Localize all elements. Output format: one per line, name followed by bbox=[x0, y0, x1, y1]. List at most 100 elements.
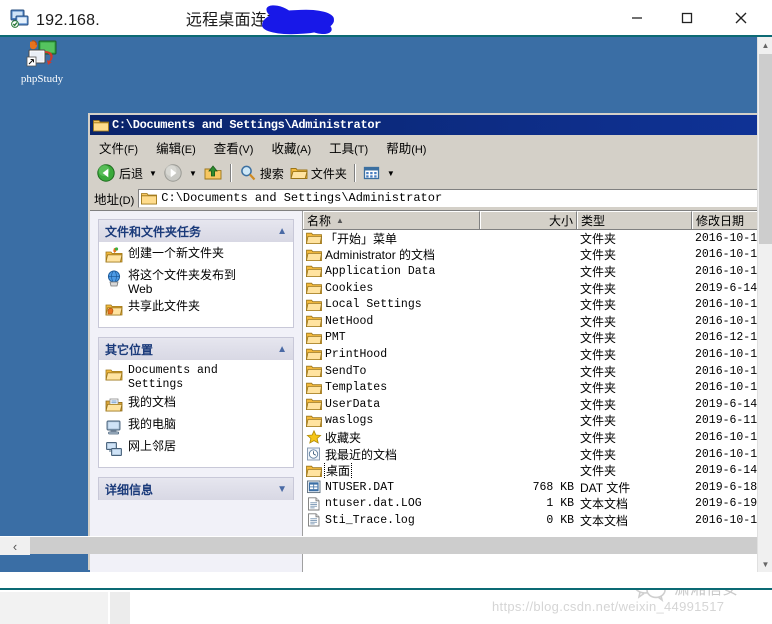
menu-file[interactable]: 文件(F) bbox=[90, 136, 147, 159]
table-row[interactable]: SendTo 文件夹 2016-10-12 bbox=[303, 363, 757, 380]
panel-other-places-header[interactable]: 其它位置 ▲ bbox=[98, 337, 294, 360]
minimize-icon bbox=[632, 17, 642, 19]
phpstudy-icon bbox=[25, 39, 59, 71]
scroll-down-button[interactable]: ▼ bbox=[758, 556, 772, 572]
cell-type: 文件夹 bbox=[580, 331, 617, 346]
horizontal-scrollbar[interactable]: ‹ bbox=[0, 536, 757, 555]
task-share-folder[interactable]: 共享此文件夹 bbox=[105, 299, 287, 318]
menu-tools[interactable]: 工具(T) bbox=[320, 136, 377, 159]
cell-date: 2019-6-18 bbox=[695, 480, 757, 494]
table-row[interactable]: 桌面 文件夹 2019-6-14 bbox=[303, 462, 757, 480]
chevron-down-icon[interactable]: ▼ bbox=[277, 484, 287, 495]
table-row[interactable]: 收藏夹 文件夹 2016-10-12 bbox=[303, 429, 757, 446]
file-list-rows: 「开始」菜单文件夹2016-10-12Administrator 的文档文件夹2… bbox=[303, 230, 757, 572]
place-network-places[interactable]: 网上邻居 bbox=[105, 439, 287, 458]
menu-favorites[interactable]: 收藏(A) bbox=[262, 136, 320, 159]
table-row[interactable]: NetHood 文件夹 2016-10-12 bbox=[303, 313, 757, 330]
folder-icon bbox=[306, 399, 322, 411]
minimize-button[interactable] bbox=[614, 0, 660, 36]
chevron-up-icon[interactable]: ▲ bbox=[277, 344, 287, 355]
toolbar: 后退 ▼ ▼ 搜索 文件夹 ▼ bbox=[90, 160, 757, 186]
cell-name: SendTo bbox=[303, 364, 480, 378]
menu-view[interactable]: 查看(V) bbox=[205, 136, 263, 159]
cell-date: 2016-10-12 bbox=[695, 347, 757, 361]
file-name: UserData bbox=[325, 397, 381, 411]
column-header-date[interactable]: 修改日期 bbox=[692, 211, 757, 229]
task-publish-to-web[interactable]: 将这个文件夹发布到 Web bbox=[105, 268, 287, 296]
cell-type: 文件夹 bbox=[580, 447, 617, 462]
panel-details-header[interactable]: 详细信息 ▼ bbox=[98, 477, 294, 500]
explorer-titlebar[interactable]: C:\Documents and Settings\Administrator bbox=[90, 115, 757, 135]
cell-date: 2016-10-12 bbox=[695, 513, 757, 527]
maximize-button[interactable] bbox=[664, 0, 710, 36]
table-row[interactable]: UserData 文件夹 2019-6-14 bbox=[303, 396, 757, 413]
address-input[interactable]: C:\Documents and Settings\Administrator bbox=[138, 188, 757, 208]
table-row[interactable]: Templates 文件夹 2016-10-12 bbox=[303, 379, 757, 396]
new-folder-icon bbox=[105, 247, 123, 263]
cell-size: 1 KB bbox=[546, 497, 574, 511]
bottom-panel-left bbox=[0, 592, 108, 624]
menu-view-label: 查看 bbox=[213, 141, 239, 156]
place-label: 网上邻居 bbox=[128, 439, 177, 453]
place-my-computer[interactable]: 我的电脑 bbox=[105, 417, 287, 436]
cell-type: 文件夹 bbox=[580, 381, 617, 396]
back-dropdown-caret-icon[interactable]: ▼ bbox=[149, 169, 157, 178]
table-row[interactable]: 「开始」菜单 文件夹 2016-10-12 bbox=[303, 230, 757, 247]
views-dropdown-caret-icon[interactable]: ▼ bbox=[387, 169, 395, 178]
cell-name: PMT bbox=[303, 331, 480, 345]
folders-button[interactable]: 文件夹 bbox=[287, 162, 350, 184]
table-row[interactable]: PrintHood 文件夹 2016-10-12 bbox=[303, 346, 757, 363]
close-icon bbox=[735, 12, 747, 24]
place-documents-and-settings[interactable]: Documents and Settings bbox=[105, 364, 287, 392]
desktop-shortcut-phpstudy[interactable]: phpStudy bbox=[10, 39, 74, 85]
table-row[interactable]: Sti_Trace.log 0 KB 文本文档 2016-10-12 bbox=[303, 512, 757, 529]
table-row[interactable]: 我最近的文档 文件夹 2016-10-12 bbox=[303, 446, 757, 463]
table-row[interactable]: Local Settings 文件夹 2016-10-12 bbox=[303, 296, 757, 313]
views-button[interactable] bbox=[360, 162, 384, 184]
table-row[interactable]: waslogs 文件夹 2019-6-11 bbox=[303, 413, 757, 430]
menu-edit[interactable]: 编辑(E) bbox=[147, 136, 205, 159]
scroll-left-button[interactable]: ‹ bbox=[0, 537, 30, 555]
file-name: NetHood bbox=[325, 314, 374, 328]
folder-icon bbox=[306, 266, 322, 278]
panel-title: 详细信息 bbox=[105, 482, 154, 497]
folders-label: 文件夹 bbox=[310, 166, 347, 181]
table-row[interactable]: Cookies 文件夹 2019-6-14 bbox=[303, 280, 757, 297]
column-header-size[interactable]: 大小 bbox=[480, 211, 577, 229]
vertical-scrollbar[interactable]: ▲ ▼ bbox=[757, 37, 772, 572]
shortcut-label: phpStudy bbox=[20, 73, 64, 85]
recent-docs-icon bbox=[307, 447, 320, 461]
table-row[interactable]: PMT 文件夹 2016-12-12 bbox=[303, 330, 757, 347]
wechat-icon bbox=[635, 590, 666, 602]
table-row[interactable]: Administrator 的文档 文件夹 2016-10-12 bbox=[303, 247, 757, 264]
cell-name: Sti_Trace.log bbox=[303, 513, 480, 527]
place-my-documents[interactable]: 我的文档 bbox=[105, 395, 287, 414]
cell-type: 文件夹 bbox=[580, 264, 617, 279]
panel-file-folder-tasks-header[interactable]: 文件和文件夹任务 ▲ bbox=[98, 219, 294, 242]
column-header-type[interactable]: 类型 bbox=[577, 211, 692, 229]
task-create-new-folder[interactable]: 创建一个新文件夹 bbox=[105, 246, 287, 265]
folder-icon bbox=[306, 299, 322, 311]
file-name: 收藏夹 bbox=[325, 430, 362, 445]
table-row[interactable]: NTUSER.DAT 768 KB DAT 文件 2019-6-18 bbox=[303, 479, 757, 496]
back-button[interactable]: 后退 bbox=[93, 162, 146, 184]
watermark-brand: 潇湘信安 bbox=[632, 590, 738, 602]
table-row[interactable]: ntuser.dat.LOG 1 KB 文本文档 2019-6-19 bbox=[303, 496, 757, 513]
menu-help[interactable]: 帮助(H) bbox=[377, 136, 435, 159]
close-button[interactable] bbox=[718, 0, 764, 36]
remote-session-canvas[interactable]: phpStudy C:\Documents and Settings\Admin… bbox=[0, 37, 757, 572]
vertical-scrollbar-thumb[interactable] bbox=[759, 54, 772, 244]
column-label: 名称 bbox=[307, 214, 332, 228]
scroll-up-button[interactable]: ▲ bbox=[758, 37, 772, 53]
chevron-up-icon[interactable]: ▲ bbox=[277, 226, 287, 237]
task-pane: 文件和文件夹任务 ▲ 创建一个新文件夹 将这个文件夹发布到 Web 共享此文件夹… bbox=[90, 211, 302, 572]
table-row[interactable]: Application Data 文件夹 2016-10-12 bbox=[303, 263, 757, 280]
forward-button[interactable] bbox=[160, 162, 186, 184]
cell-name: Application Data bbox=[303, 264, 480, 278]
cell-type: 文件夹 bbox=[580, 364, 617, 379]
forward-dropdown-caret-icon[interactable]: ▼ bbox=[189, 169, 197, 178]
column-header-name[interactable]: 名称 ▲ bbox=[303, 211, 480, 229]
search-button[interactable]: 搜索 bbox=[236, 162, 287, 184]
up-button[interactable] bbox=[200, 162, 226, 184]
file-list[interactable]: 名称 ▲ 大小 类型 修改日期 「开始」菜单 文件夹 2016-10-1 Adm… bbox=[302, 211, 757, 572]
